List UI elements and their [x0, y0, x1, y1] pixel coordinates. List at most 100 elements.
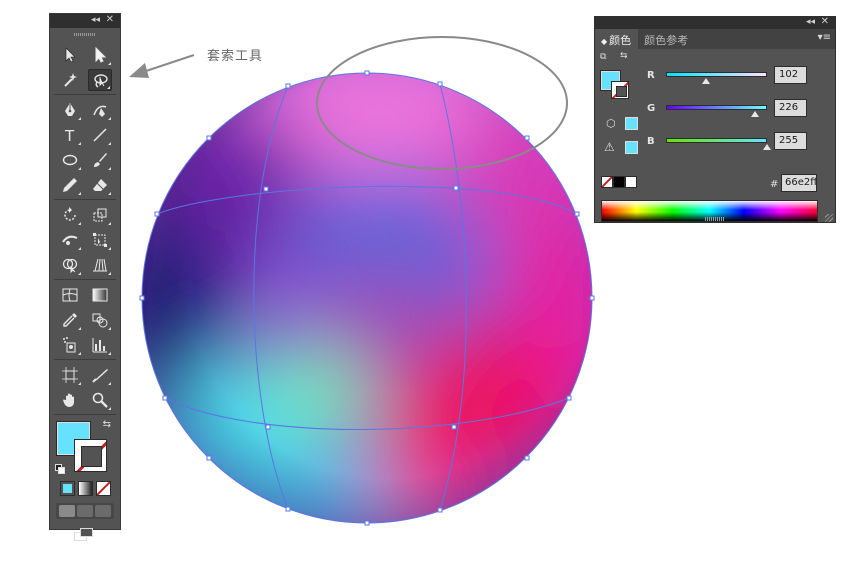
tool-row: [50, 147, 120, 172]
close-icon[interactable]: ✕: [106, 14, 114, 25]
slider-thumb-b[interactable]: [763, 144, 771, 150]
warning-icon[interactable]: ⚠: [604, 140, 615, 154]
tool-row: [50, 67, 120, 92]
slider-value-r[interactable]: 102: [774, 66, 807, 84]
pencil-tool-icon[interactable]: [58, 174, 82, 196]
none-swatch[interactable]: [601, 176, 613, 188]
screen-mode-icon[interactable]: [74, 528, 96, 544]
tool-row: [50, 332, 120, 357]
hex-label: #: [770, 179, 779, 190]
color-panel-titlebar[interactable]: ◂◂ ✕: [595, 16, 835, 29]
lasso-tool-icon[interactable]: [88, 68, 112, 91]
free-transform-tool-icon[interactable]: [88, 229, 112, 251]
tool-row: [50, 362, 120, 387]
collapse-icon[interactable]: ◂◂: [806, 17, 815, 27]
stroke-swatch-none[interactable]: [74, 439, 107, 472]
tab-color[interactable]: ◆ 颜色: [595, 29, 639, 49]
web-safe-color-swatch[interactable]: [625, 117, 638, 130]
none-mode-icon[interactable]: [95, 481, 111, 496]
panel-menu-icon[interactable]: ▾≡: [818, 32, 831, 43]
type-tool-icon[interactable]: T: [58, 124, 82, 146]
selection-tool-icon[interactable]: [58, 44, 82, 66]
lasso-tool-annotation-label: 套索工具: [207, 49, 264, 64]
slider-thumb-g[interactable]: [751, 111, 760, 117]
tools-panel-titlebar[interactable]: ◂◂ ✕: [50, 14, 120, 28]
color-panel-tabs: ◆ 颜色 颜色参考 ▾≡: [595, 29, 835, 49]
tool-row: [50, 42, 120, 67]
pen-tool-icon[interactable]: [58, 99, 82, 121]
hand-tool-icon[interactable]: [58, 389, 82, 411]
stroke-swatch-none[interactable]: [611, 81, 629, 99]
svg-text:T: T: [64, 127, 75, 143]
draw-behind-icon[interactable]: [77, 505, 93, 517]
color-mode-icon[interactable]: [59, 481, 75, 496]
divider: [54, 414, 116, 415]
tab-options-icon: ◆: [601, 37, 608, 46]
color-mode-row: [50, 481, 120, 496]
tab-color-guide-label: 颜色参考: [644, 34, 689, 47]
black-swatch[interactable]: [613, 176, 625, 188]
slider-label-r: R: [647, 70, 655, 81]
white-swatch[interactable]: [625, 176, 637, 188]
gradient-mode-icon[interactable]: [77, 481, 93, 496]
default-colors-icon[interactable]: ⧉: [600, 52, 606, 62]
divider: [54, 279, 116, 280]
rotate-tool-icon[interactable]: [58, 204, 82, 226]
shape-builder-tool-icon[interactable]: [58, 254, 82, 276]
resize-corner-icon[interactable]: [825, 214, 833, 222]
tool-row: T: [50, 122, 120, 147]
width-tool-icon[interactable]: [58, 229, 82, 251]
slice-tool-icon[interactable]: [88, 364, 112, 386]
magic-wand-tool-icon[interactable]: [58, 69, 82, 91]
slider-label-g: G: [647, 103, 656, 114]
in-gamut-color-swatch[interactable]: [625, 141, 638, 154]
line-segment-tool-icon[interactable]: [88, 124, 112, 146]
tool-row: [50, 387, 120, 412]
slider-value-g[interactable]: 226: [774, 99, 807, 117]
drawing-modes: [56, 503, 114, 519]
web-safe-cube-icon[interactable]: ⬡: [606, 117, 616, 130]
tool-row: [50, 97, 120, 122]
perspective-grid-tool-icon[interactable]: [88, 254, 112, 276]
tool-row: [50, 202, 120, 227]
close-icon[interactable]: ✕: [821, 16, 829, 27]
paintbrush-tool-icon[interactable]: [88, 149, 112, 171]
tab-color-label: 颜色: [609, 34, 632, 47]
direct-selection-tool-icon[interactable]: [88, 44, 112, 66]
swap-icon[interactable]: ⇆: [620, 51, 628, 61]
artboard-tool-icon[interactable]: [58, 364, 82, 386]
panel-grip[interactable]: [74, 30, 96, 38]
color-panel: ◂◂ ✕ ◆ 颜色 颜色参考 ▾≡ ⧉ ⇆ ⬡ ⚠ R 102 G 226 B 255 # …: [594, 16, 836, 223]
hex-input[interactable]: 66e2ff: [781, 174, 817, 192]
fill-stroke-control: ⇆: [50, 417, 120, 477]
slider-track-b[interactable]: [666, 138, 767, 143]
slider-value-b[interactable]: 255: [774, 132, 807, 150]
symbol-sprayer-tool-icon[interactable]: [58, 334, 82, 356]
zoom-tool-icon[interactable]: [88, 389, 112, 411]
gradient-tool-icon[interactable]: [88, 284, 112, 306]
curvature-tool-icon[interactable]: [88, 99, 112, 121]
draw-inside-icon[interactable]: [95, 505, 111, 517]
mesh-tool-icon[interactable]: [58, 284, 82, 306]
draw-normal-icon[interactable]: [59, 505, 75, 517]
tool-row: [50, 307, 120, 332]
scale-tool-icon[interactable]: [88, 204, 112, 226]
collapse-icon[interactable]: ◂◂: [91, 15, 100, 25]
ellipse-tool-icon[interactable]: [58, 149, 82, 171]
slider-track-g[interactable]: [666, 105, 767, 110]
eraser-tool-icon[interactable]: [88, 174, 112, 196]
column-graph-tool-icon[interactable]: [88, 334, 112, 356]
tab-color-guide[interactable]: 颜色参考: [638, 29, 695, 49]
gradient-mesh-sphere[interactable]: [110, 40, 620, 540]
tool-row: [50, 252, 120, 277]
swap-fill-stroke-icon[interactable]: ⇆: [103, 419, 111, 430]
eyedropper-tool-icon[interactable]: [58, 309, 82, 331]
panel-resize-grip[interactable]: [705, 217, 725, 221]
blend-tool-icon[interactable]: [88, 309, 112, 331]
arrow-left-icon: [129, 54, 195, 78]
slider-track-r[interactable]: [666, 72, 767, 77]
divider: [54, 199, 116, 200]
slider-thumb-r[interactable]: [702, 78, 711, 84]
tool-row: [50, 227, 120, 252]
default-fill-stroke-icon[interactable]: [55, 464, 66, 475]
